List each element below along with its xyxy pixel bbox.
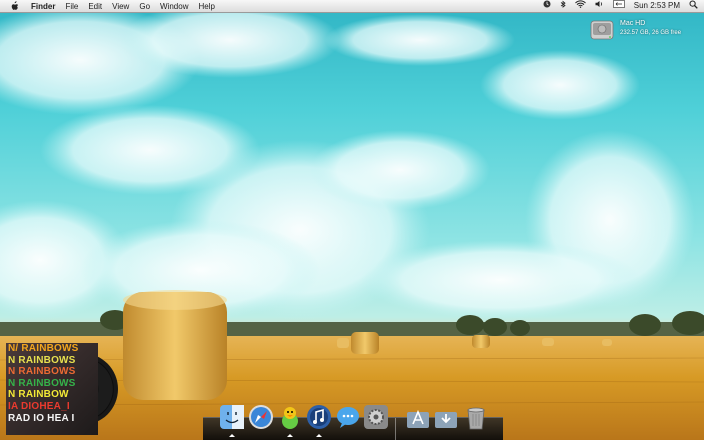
adium-running-indicator <box>287 434 293 437</box>
menu-help[interactable]: Help <box>198 2 214 11</box>
menu-app-name[interactable]: Finder <box>31 2 55 11</box>
menu-file[interactable]: File <box>65 2 78 11</box>
drive-capacity: 232.57 GB, 26 GB free <box>620 30 682 36</box>
volume-icon[interactable] <box>595 0 604 12</box>
bluetooth-icon[interactable] <box>560 0 566 13</box>
hard-drive-icon <box>590 19 614 41</box>
apple-logo-icon[interactable] <box>9 0 21 12</box>
album-line: RAD IO HEA I <box>8 412 75 424</box>
applications-folder-icon[interactable] <box>405 404 431 430</box>
album-cover-text: N/ RAINBOWS N RAINBOWS N RAINBOWS N RAIN… <box>8 343 79 424</box>
album-line: N RAINBOWS <box>8 377 76 389</box>
wifi-icon[interactable] <box>574 0 586 12</box>
dock <box>203 398 503 440</box>
input-menu-icon[interactable] <box>612 0 625 12</box>
menu-view[interactable]: View <box>112 2 129 11</box>
ichat-icon[interactable] <box>335 404 361 430</box>
timemachine-icon[interactable] <box>543 0 551 12</box>
spotlight-search-icon[interactable] <box>689 0 698 13</box>
finder-icon[interactable] <box>219 404 245 430</box>
album-line: N/ RAINBOWS <box>8 343 79 354</box>
drive-name: Mac HD <box>620 20 646 27</box>
menu-go[interactable]: Go <box>139 2 150 11</box>
finder-running-indicator <box>229 434 235 437</box>
dock-separator <box>395 418 396 440</box>
adium-duck-icon[interactable] <box>277 404 303 430</box>
album-line: N RAINBOWS <box>8 354 76 366</box>
album-line: IA DIOHEA_I <box>8 400 70 412</box>
album-line: N RAINBOW <box>8 389 69 401</box>
safari-icon[interactable] <box>248 404 274 430</box>
now-playing-album-widget[interactable]: N/ RAINBOWS N RAINBOWS N RAINBOWS N RAIN… <box>6 343 118 435</box>
desktop-drive-mac-hd[interactable]: Mac HD 232.57 GB, 26 GB free <box>590 19 700 45</box>
itunes-running-indicator <box>316 434 322 437</box>
system-preferences-icon[interactable] <box>363 404 389 430</box>
album-line: N RAINBOWS <box>8 366 76 378</box>
menu-bar: Finder File Edit View Go Window Help Sun… <box>0 0 704 13</box>
menu-edit[interactable]: Edit <box>88 2 102 11</box>
itunes-icon[interactable] <box>306 404 332 430</box>
menubar-clock[interactable]: Sun 2:53 PM <box>634 0 680 12</box>
menu-window[interactable]: Window <box>160 2 188 11</box>
trash-icon[interactable] <box>463 404 489 430</box>
downloads-folder-icon[interactable] <box>433 404 459 430</box>
menu-extras: Sun 2:53 PM <box>543 0 698 12</box>
